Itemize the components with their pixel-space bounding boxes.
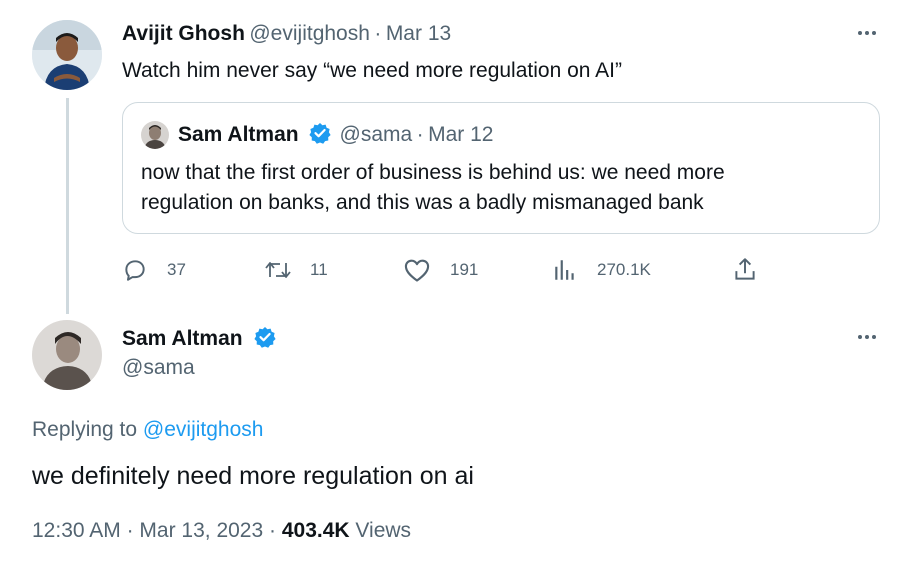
quoted-author-name[interactable]: Sam Altman bbox=[178, 123, 299, 146]
retweet-button[interactable]: 11 bbox=[263, 257, 328, 283]
quoted-text-line-1: now that the first order of business is … bbox=[141, 161, 725, 184]
avatar-sama-image bbox=[32, 320, 102, 390]
tweet-time[interactable]: 12:30 AM bbox=[32, 519, 121, 542]
quoted-text-line-2: regulation on banks, and this was a badl… bbox=[141, 191, 704, 214]
timestamp-separator-2: · bbox=[269, 519, 277, 542]
thread-line bbox=[66, 98, 69, 314]
views-count: 270.1K bbox=[597, 260, 651, 279]
parent-separator: · bbox=[374, 22, 382, 45]
quoted-author-handle[interactable]: @sama bbox=[340, 123, 413, 146]
like-button[interactable]: 191 bbox=[403, 257, 478, 283]
replying-to-prefix: Replying to bbox=[32, 418, 138, 441]
views-icon bbox=[553, 257, 577, 283]
main-author-name[interactable]: Sam Altman bbox=[122, 327, 243, 350]
retweet-icon bbox=[263, 257, 293, 283]
timestamp-row: 12:30 AM · Mar 13, 2023 · 403.4K Views bbox=[32, 519, 411, 543]
main-more-icon[interactable] bbox=[856, 326, 878, 354]
views-total-count[interactable]: 403.4K bbox=[282, 519, 350, 542]
reply-count: 37 bbox=[167, 260, 186, 279]
replying-to-line: Replying to @evijitghosh bbox=[32, 418, 263, 442]
reply-button[interactable]: 37 bbox=[122, 257, 186, 283]
retweet-count: 11 bbox=[310, 260, 328, 279]
parent-author-name[interactable]: Avijit Ghosh bbox=[122, 22, 245, 45]
parent-more-icon[interactable] bbox=[856, 22, 878, 50]
main-verified-badge-icon bbox=[254, 326, 277, 354]
share-icon bbox=[733, 256, 757, 284]
reply-icon bbox=[122, 257, 148, 283]
heart-icon bbox=[403, 257, 431, 283]
main-tweet-text: we definitely need more regulation on ai bbox=[32, 462, 474, 490]
quoted-header: Sam Altman @sama · Mar 12 bbox=[178, 122, 493, 149]
main-author-row: Sam Altman bbox=[122, 326, 277, 354]
avatar-sama[interactable] bbox=[32, 320, 102, 390]
like-count: 191 bbox=[450, 260, 479, 279]
quoted-separator: · bbox=[416, 123, 424, 146]
replying-to-link[interactable]: @evijitghosh bbox=[143, 418, 264, 441]
avatar-quoted-image bbox=[141, 121, 169, 149]
parent-tweet-text: Watch him never say “we need more regula… bbox=[122, 59, 622, 82]
share-button[interactable] bbox=[733, 256, 757, 284]
quoted-date[interactable]: Mar 12 bbox=[428, 123, 493, 146]
tweet-date[interactable]: Mar 13, 2023 bbox=[139, 519, 263, 542]
main-author-handle[interactable]: @sama bbox=[122, 356, 195, 380]
views-label[interactable]: Views bbox=[355, 519, 411, 542]
timestamp-separator: · bbox=[126, 519, 134, 542]
avatar-avijit[interactable] bbox=[32, 20, 102, 90]
parent-date[interactable]: Mar 13 bbox=[386, 22, 451, 45]
verified-badge-icon bbox=[309, 122, 331, 149]
avatar-quoted-sama[interactable] bbox=[141, 121, 169, 149]
views-button[interactable]: 270.1K bbox=[553, 257, 651, 283]
avatar-avijit-image bbox=[32, 20, 102, 90]
parent-header: Avijit Ghosh @evijitghosh · Mar 13 bbox=[122, 22, 451, 46]
parent-author-handle[interactable]: @evijitghosh bbox=[249, 22, 370, 45]
